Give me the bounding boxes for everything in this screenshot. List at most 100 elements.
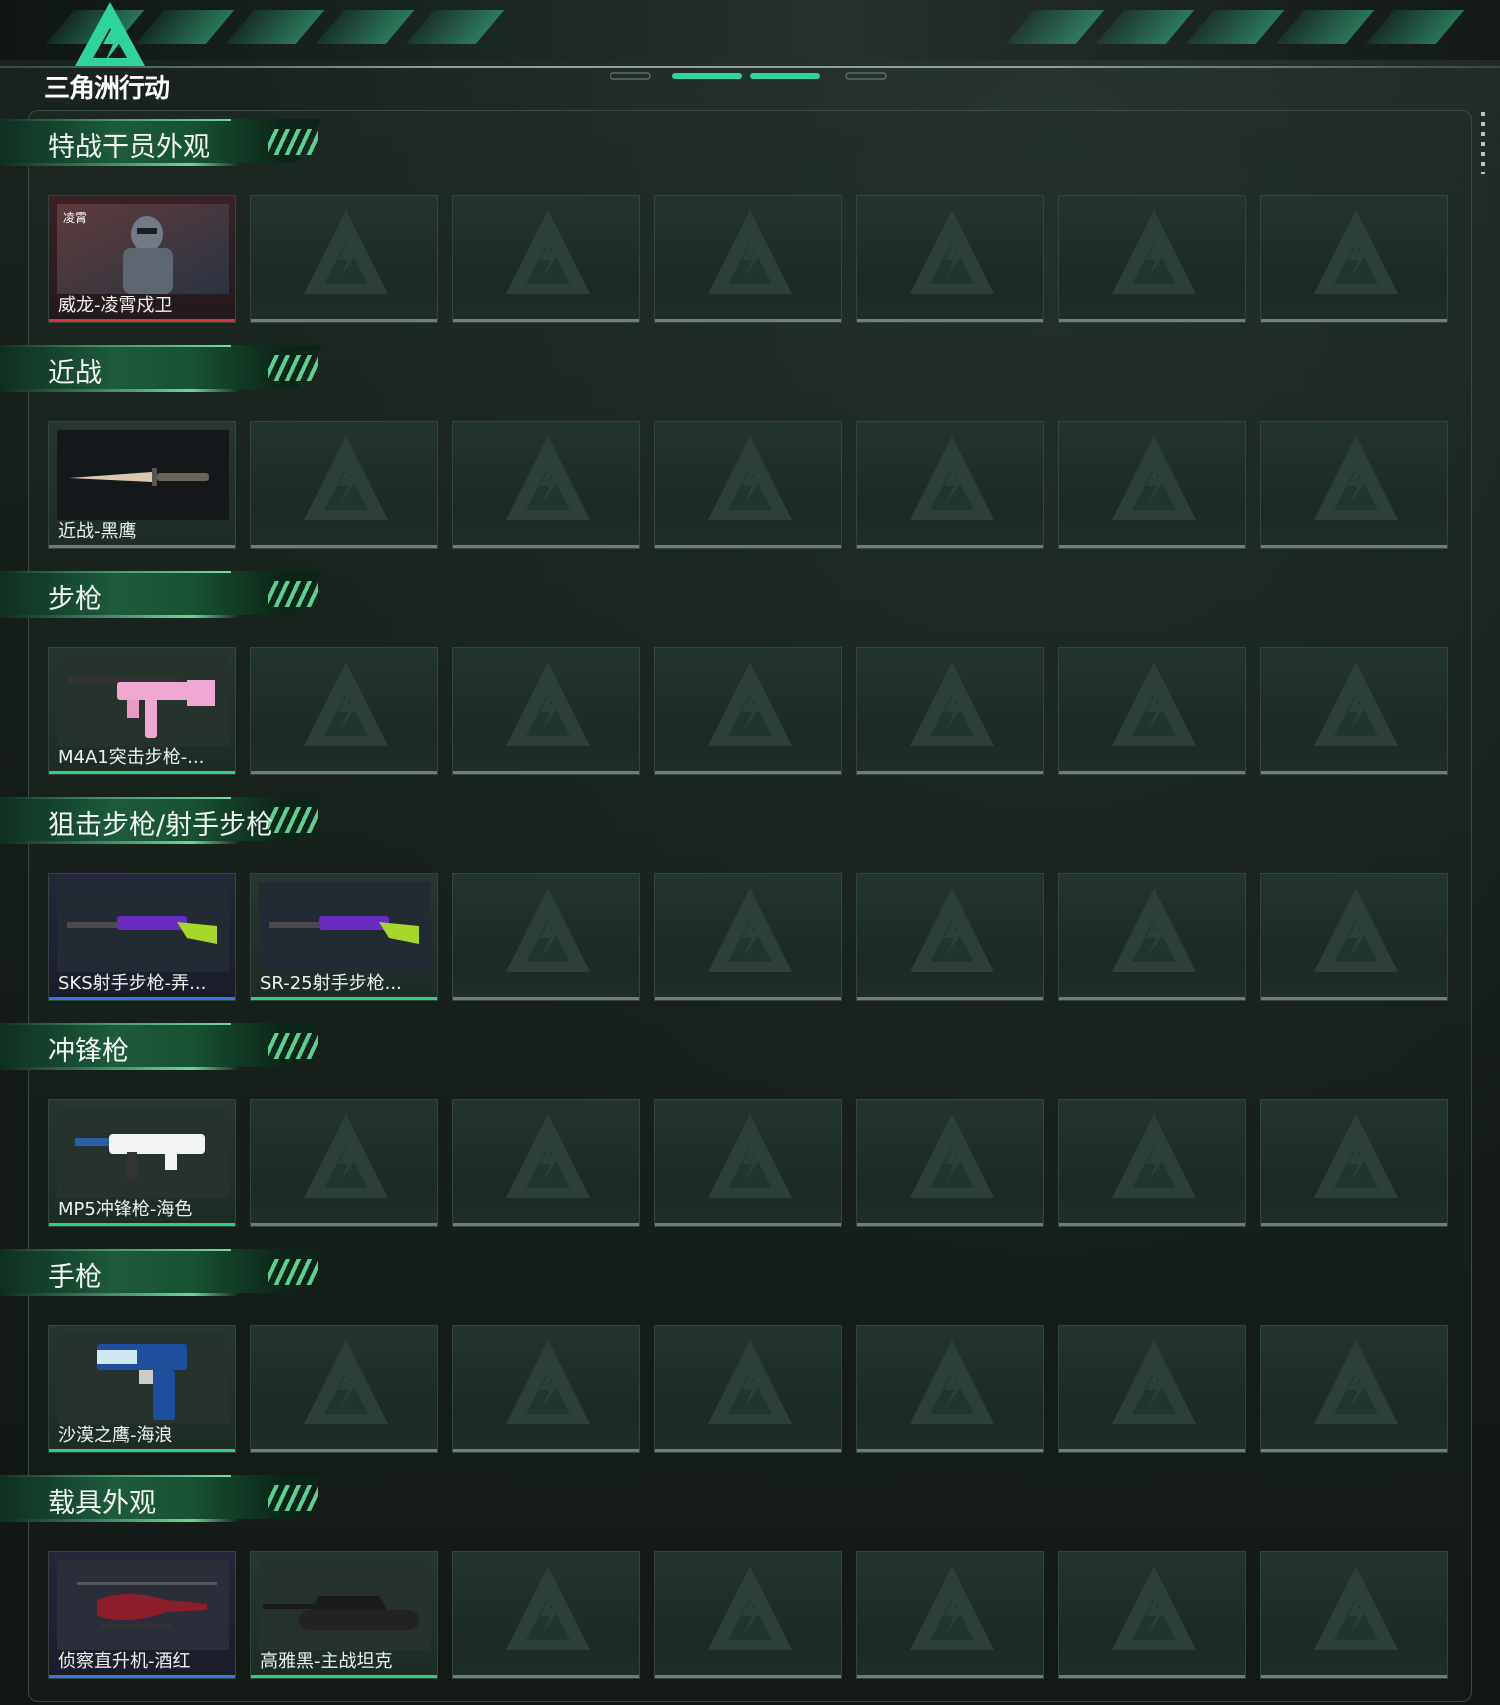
skin-card[interactable]: 沙漠之鹰-海浪 (48, 1325, 236, 1453)
empty-slot-logo-icon (498, 430, 598, 530)
empty-slot-logo-icon (1104, 1334, 1204, 1434)
section-title: 近战 (48, 358, 102, 389)
section-header-highlight (0, 797, 231, 799)
empty-slot (1260, 873, 1448, 1001)
slot-bottom-bar (857, 771, 1043, 774)
empty-slot (654, 1551, 842, 1679)
slot-bottom-bar (453, 997, 639, 1000)
skin-card[interactable]: MP5冲锋枪-海色 (48, 1099, 236, 1227)
section-title: 步枪 (48, 584, 102, 615)
empty-slot-logo-icon (498, 1560, 598, 1660)
skin-card[interactable]: 侦察直升机-酒红 (48, 1551, 236, 1679)
empty-slot (452, 1551, 640, 1679)
section-title: 特战干员外观 (48, 132, 210, 163)
section-header-highlight (0, 1475, 231, 1477)
empty-slot (1058, 1325, 1246, 1453)
empty-slot-logo-icon (700, 204, 800, 304)
empty-slot (856, 1099, 1044, 1227)
section-header-underline (0, 389, 240, 392)
empty-slot-logo-icon (1306, 204, 1406, 304)
empty-slot (1260, 421, 1448, 549)
empty-slot-logo-icon (498, 882, 598, 982)
slot-bottom-bar (1059, 771, 1245, 774)
slot-bottom-bar (251, 1449, 437, 1452)
slot-bottom-bar (655, 1675, 841, 1678)
slot-bottom-bar (655, 545, 841, 548)
empty-slot (1058, 647, 1246, 775)
empty-slot-logo-icon (498, 656, 598, 756)
empty-slot (1058, 1551, 1246, 1679)
section-header: 近战 (0, 345, 330, 395)
quality-bar (49, 1675, 235, 1678)
empty-slot (250, 1325, 438, 1453)
empty-slot (856, 873, 1044, 1001)
empty-slot (1260, 647, 1448, 775)
empty-slot (654, 873, 842, 1001)
skin-card[interactable]: 近战-黑鹰 (48, 421, 236, 549)
slot-bottom-bar (453, 319, 639, 322)
empty-slot (452, 195, 640, 323)
section-header-slashes (268, 807, 318, 833)
header-bar (0, 0, 1500, 60)
empty-slot (250, 1099, 438, 1227)
marksman-rifle-thumbnail (57, 882, 229, 972)
empty-slot (856, 647, 1044, 775)
skin-card[interactable]: SR-25射手步枪... (250, 873, 438, 1001)
skin-card-label: 沙漠之鹰-海浪 (58, 1425, 173, 1446)
empty-slot-logo-icon (1306, 430, 1406, 530)
empty-slot-logo-icon (296, 656, 396, 756)
slot-bottom-bar (1059, 1223, 1245, 1226)
empty-slot-logo-icon (700, 430, 800, 530)
section-header-highlight (0, 119, 231, 121)
slot-bottom-bar (857, 1449, 1043, 1452)
section-header: 手枪 (0, 1249, 330, 1299)
empty-slot-logo-icon (1306, 1560, 1406, 1660)
slot-bottom-bar (857, 545, 1043, 548)
empty-slot (1260, 1325, 1448, 1453)
marksman-rifle-thumbnail (259, 882, 431, 972)
slot-bottom-bar (1059, 545, 1245, 548)
slot-bottom-bar (1261, 1675, 1447, 1678)
empty-slot-logo-icon (700, 1108, 800, 1208)
scrollbar-handle[interactable] (1481, 112, 1485, 174)
svg-text:凌霄: 凌霄 (63, 211, 87, 225)
empty-slot (1260, 1099, 1448, 1227)
empty-slot (1058, 873, 1246, 1001)
empty-slot-logo-icon (296, 430, 396, 530)
skin-card[interactable]: M4A1突击步枪-... (48, 647, 236, 775)
section-header: 冲锋枪 (0, 1023, 330, 1073)
empty-slot (654, 195, 842, 323)
empty-slot-logo-icon (498, 1108, 598, 1208)
operator-portrait-thumbnail: 凌霄 (57, 204, 229, 294)
slot-bottom-bar (1261, 997, 1447, 1000)
slot-bottom-bar (857, 1675, 1043, 1678)
empty-slot-logo-icon (498, 204, 598, 304)
empty-slot (654, 421, 842, 549)
empty-slot (654, 1325, 842, 1453)
empty-slot-logo-icon (902, 1334, 1002, 1434)
section-header-highlight (0, 571, 231, 573)
empty-slot (452, 1325, 640, 1453)
section-header: 特战干员外观 (0, 119, 330, 169)
slot-bottom-bar (1261, 1449, 1447, 1452)
skin-card[interactable]: 高雅黑-主战坦克 (250, 1551, 438, 1679)
empty-slot-logo-icon (902, 1108, 1002, 1208)
header-center-indicator (610, 72, 887, 80)
slot-bottom-bar (857, 997, 1043, 1000)
empty-slot-logo-icon (1104, 1560, 1204, 1660)
slot-bottom-bar (655, 997, 841, 1000)
skin-card[interactable]: SKS射手步枪-弄... (48, 873, 236, 1001)
quality-bar (49, 1449, 235, 1452)
slot-bottom-bar (655, 1223, 841, 1226)
quality-bar (49, 319, 235, 322)
section-header-slashes (268, 581, 318, 607)
skin-card[interactable]: 凌霄 威龙-凌霄戍卫 (48, 195, 236, 323)
empty-slot-logo-icon (296, 1108, 396, 1208)
knife-thumbnail (57, 430, 229, 520)
empty-slot (250, 647, 438, 775)
helicopter-thumbnail (57, 1560, 229, 1650)
empty-slot-logo-icon (902, 1560, 1002, 1660)
section-header-slashes (268, 1033, 318, 1059)
section-header-underline (0, 1293, 240, 1296)
empty-slot-logo-icon (902, 204, 1002, 304)
